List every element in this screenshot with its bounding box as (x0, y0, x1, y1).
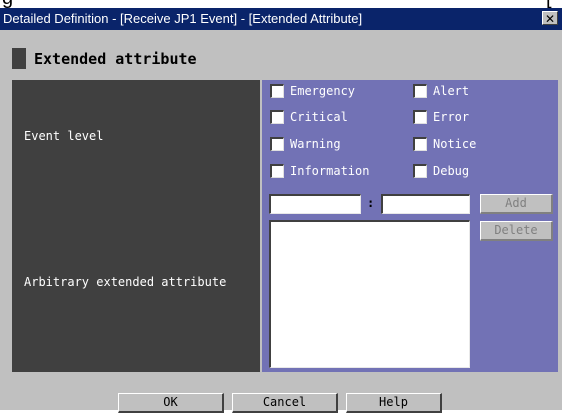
close-button[interactable]: ✕ (542, 11, 558, 26)
checkbox-box[interactable] (413, 164, 427, 178)
close-icon: ✕ (544, 12, 556, 26)
delete-button[interactable]: Delete (480, 221, 553, 241)
checkbox-box[interactable] (270, 110, 284, 124)
checkbox-label: Notice (433, 137, 477, 151)
checkbox-box[interactable] (413, 110, 427, 124)
checkbox-label: Error (433, 110, 470, 124)
window-title: Detailed Definition - [Receive JP1 Event… (3, 11, 363, 26)
add-button[interactable]: Add (480, 194, 553, 214)
checkbox-label: Debug (433, 164, 470, 178)
separator-colon: : (367, 196, 375, 210)
ok-button[interactable]: OK (118, 393, 224, 413)
checkbox-box[interactable] (413, 84, 427, 98)
attribute-value-input[interactable] (381, 194, 470, 214)
checkbox-box[interactable] (270, 137, 284, 151)
checkbox-label: Warning (290, 137, 341, 151)
checkbox-box[interactable] (413, 137, 427, 151)
checkbox-information[interactable]: Information (270, 162, 369, 180)
checkbox-box[interactable] (270, 84, 284, 98)
checkbox-label: Critical (290, 110, 348, 124)
checkbox-label: Information (290, 164, 370, 178)
attribute-name-input[interactable] (269, 194, 361, 214)
checkbox-debug[interactable]: Debug (413, 162, 469, 180)
checkbox-critical[interactable]: Critical (270, 108, 348, 126)
cancel-button[interactable]: Cancel (232, 393, 338, 413)
help-button[interactable]: Help (346, 393, 442, 413)
checkbox-label: Emergency (290, 84, 356, 98)
background-fragment: g [ (0, 0, 562, 8)
checkbox-emergency[interactable]: Emergency (270, 82, 355, 100)
title-bar: Detailed Definition - [Receive JP1 Event… (0, 8, 562, 30)
checkbox-warning[interactable]: Warning (270, 135, 341, 153)
arbitrary-attribute-label: Arbitrary extended attribute (24, 275, 227, 289)
fragment-right-text: [ (546, 0, 552, 8)
fragment-left-text: g (2, 0, 13, 8)
checkbox-error[interactable]: Error (413, 108, 469, 126)
arbitrary-attribute-area: : Add Delete (262, 190, 558, 372)
event-level-options: Emergency Alert Critical Error Warning N… (262, 80, 558, 192)
checkbox-box[interactable] (270, 164, 284, 178)
event-level-label: Event level (24, 129, 104, 143)
section-title: Extended attribute (34, 50, 197, 68)
extended-attribute-dialog: Detailed Definition - [Receive JP1 Event… (0, 8, 562, 413)
attribute-list[interactable] (269, 220, 470, 368)
section-marker (12, 48, 26, 69)
event-level-row-label: Event level (12, 80, 260, 192)
checkbox-alert[interactable]: Alert (413, 82, 469, 100)
arbitrary-row-label: Arbitrary extended attribute (12, 190, 260, 372)
checkbox-notice[interactable]: Notice (413, 135, 476, 153)
checkbox-label: Alert (433, 84, 470, 98)
